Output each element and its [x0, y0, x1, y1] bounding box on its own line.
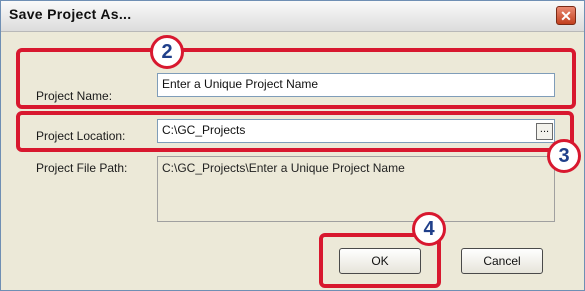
project-file-path-label: Project File Path:: [36, 161, 128, 175]
project-location-highlight: [16, 111, 574, 152]
cancel-button[interactable]: Cancel: [461, 248, 543, 274]
step-4-callout: 4: [412, 212, 446, 246]
step-2-callout: 2: [150, 35, 184, 69]
step-3-callout: 3: [547, 139, 581, 173]
project-file-path-display: C:\GC_Projects\Enter a Unique Project Na…: [157, 156, 555, 222]
title-bar[interactable]: Save Project As... ✕: [1, 1, 584, 32]
dialog-title: Save Project As...: [9, 6, 132, 22]
close-icon: ✕: [560, 8, 572, 24]
project-name-highlight: [16, 48, 576, 109]
close-button[interactable]: ✕: [556, 6, 576, 25]
